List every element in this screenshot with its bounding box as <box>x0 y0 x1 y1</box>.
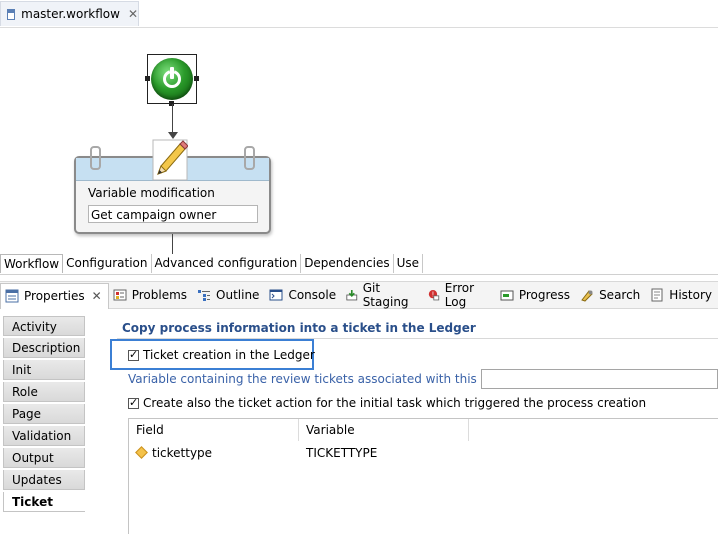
resize-handle[interactable] <box>194 76 199 81</box>
tab-advanced-configuration[interactable]: Advanced configuration <box>152 254 302 273</box>
create-action-checkbox-row[interactable]: Create also the ticket action for the in… <box>128 396 646 410</box>
tab-properties[interactable]: Properties ✕ <box>0 282 109 309</box>
error-log-icon: ! <box>429 290 440 301</box>
close-icon[interactable]: ✕ <box>128 7 138 21</box>
sidebar-item-activity[interactable]: Activity <box>3 316 85 336</box>
tab-label: Error Log <box>444 281 475 309</box>
console-icon <box>269 289 283 301</box>
sidebar-item-updates[interactable]: Updates <box>3 470 85 490</box>
history-icon <box>651 288 663 302</box>
tab-label: Git Staging <box>362 281 409 309</box>
node-title: Variable modification <box>88 186 215 200</box>
table-cell-variable: TICKETTYPE <box>306 446 378 460</box>
tab-search[interactable]: Search <box>576 283 646 307</box>
column-header-field[interactable]: Field <box>129 419 299 441</box>
views-tab-bar: Properties ✕ Problems Outline Console Gi… <box>0 281 718 309</box>
ticket-creation-label: Ticket creation in the Ledger <box>143 348 315 362</box>
field-variable-table[interactable]: Field Variable tickettype TICKETTYPE <box>128 418 718 534</box>
tab-progress[interactable]: Progress <box>496 283 576 307</box>
resize-handle[interactable] <box>145 76 150 81</box>
tab-label: History <box>669 288 712 302</box>
start-node[interactable] <box>145 54 199 106</box>
tab-console[interactable]: Console <box>265 283 342 307</box>
table-cell-field: tickettype <box>152 446 213 460</box>
node-value-field[interactable]: Get campaign owner <box>88 205 258 223</box>
ticket-creation-checkbox[interactable] <box>128 348 139 361</box>
outline-icon <box>198 290 211 301</box>
tab-label: Progress <box>518 288 571 302</box>
tab-use[interactable]: Use <box>394 254 424 273</box>
ticket-creation-checkbox-row[interactable]: Ticket creation in the Ledger <box>128 348 315 362</box>
column-header-variable[interactable]: Variable <box>299 419 469 441</box>
tab-git-staging[interactable]: Git Staging <box>342 281 424 309</box>
tab-problems[interactable]: Problems <box>109 283 193 307</box>
close-icon[interactable]: ✕ <box>92 289 102 303</box>
workflow-file-icon <box>7 8 16 20</box>
tab-label: Console <box>288 288 337 302</box>
sidebar-item-output[interactable]: Output <box>3 448 85 468</box>
tab-error-log[interactable]: ! Error Log <box>424 281 496 309</box>
connector-line <box>172 234 173 254</box>
sidebar-item-description[interactable]: Description <box>3 338 85 358</box>
binder-ring-decoration <box>244 146 255 170</box>
properties-icon <box>5 289 19 303</box>
problems-icon <box>113 289 127 301</box>
tab-label: Properties <box>24 289 85 303</box>
workflow-editor-tabs: Workflow Configuration Advanced configur… <box>0 254 718 275</box>
tab-label: Problems <box>131 288 188 302</box>
create-action-label: Create also the ticket action for the in… <box>143 396 647 410</box>
tab-configuration[interactable]: Configuration <box>63 254 152 273</box>
variable-link-label[interactable]: Variable containing the review tickets a… <box>128 372 527 386</box>
editor-tab-master-workflow[interactable]: master.workflow ✕ <box>0 1 139 26</box>
editor-tab-label: master.workflow <box>21 7 120 21</box>
git-staging-icon <box>346 290 358 301</box>
connector-line <box>172 104 173 134</box>
create-action-checkbox[interactable] <box>128 396 139 409</box>
tab-history[interactable]: History <box>646 283 718 307</box>
editor-tab-bar: master.workflow ✕ <box>0 0 718 28</box>
properties-sidebar: Activity Description Init Role Page Vali… <box>3 316 86 533</box>
review-tickets-variable-input[interactable] <box>481 369 718 389</box>
tab-workflow[interactable]: Workflow <box>0 254 64 273</box>
tab-outline[interactable]: Outline <box>193 283 265 307</box>
tab-label: Outline <box>216 288 260 302</box>
power-icon <box>151 58 193 100</box>
tab-label: Search <box>599 288 641 302</box>
section-title: Copy process information into a ticket i… <box>122 321 476 335</box>
sidebar-item-page[interactable]: Page <box>3 404 85 424</box>
sidebar-item-validation[interactable]: Validation <box>3 426 85 446</box>
sidebar-item-init[interactable]: Init <box>3 360 85 380</box>
pencil-icon <box>152 139 188 181</box>
progress-icon <box>500 290 514 301</box>
field-diamond-icon <box>135 446 148 459</box>
table-row[interactable]: tickettype <box>135 443 213 463</box>
binder-ring-decoration <box>90 146 101 170</box>
tab-dependencies[interactable]: Dependencies <box>301 254 394 273</box>
sidebar-item-role[interactable]: Role <box>3 382 85 402</box>
sidebar-item-ticket[interactable]: Ticket <box>3 492 85 512</box>
search-icon <box>581 290 593 302</box>
